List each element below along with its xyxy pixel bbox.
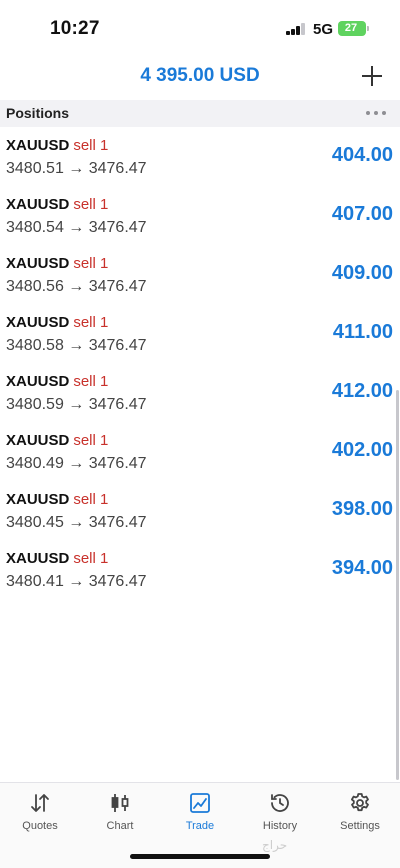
position-profit: 404.00	[331, 144, 393, 166]
position-profit: 407.00	[331, 203, 393, 225]
tab-chart[interactable]: Chart	[80, 791, 160, 841]
signal-icon	[286, 23, 306, 35]
tab-label: History	[262, 820, 298, 832]
position-row[interactable]: XAUUSD sell 1 3480.54 → 3476.47 407.00	[0, 186, 400, 245]
position-row[interactable]: XAUUSD sell 1 3480.49 → 3476.47 402.00	[0, 422, 400, 481]
settings-icon	[351, 793, 369, 812]
status-bar: 10:27 5G 27	[0, 0, 400, 52]
position-side: sell 1	[73, 550, 109, 567]
scroll-indicator[interactable]	[396, 390, 399, 780]
position-symbol: XAUUSD sell 1	[6, 196, 108, 213]
position-profit: 411.00	[332, 321, 393, 343]
position-symbol: XAUUSD sell 1	[6, 491, 108, 508]
position-side: sell 1	[73, 373, 109, 390]
symbol-label: XAUUSD	[6, 550, 70, 567]
position-profit: 412.00	[331, 380, 393, 402]
tab-label: Chart	[106, 820, 134, 832]
add-icon[interactable]	[360, 64, 384, 88]
positions-section-header: Positions	[0, 100, 400, 127]
tab-label: Trade	[185, 820, 215, 832]
position-prices: 3480.56 → 3476.47	[6, 278, 147, 295]
position-prices: 3480.49 → 3476.47	[6, 455, 147, 472]
position-symbol: XAUUSD sell 1	[6, 314, 108, 331]
watermark: حراج	[262, 838, 288, 852]
position-side: sell 1	[73, 491, 109, 508]
tab-settings[interactable]: Settings	[320, 791, 400, 841]
tab-trade[interactable]: Trade	[160, 791, 240, 841]
position-row[interactable]: XAUUSD sell 1 3480.58 → 3476.47 411.00	[0, 304, 400, 363]
position-profit: 409.00	[331, 262, 393, 284]
battery-level: 27	[344, 22, 358, 34]
symbol-label: XAUUSD	[6, 137, 70, 154]
tab-label: Quotes	[22, 820, 58, 832]
position-side: sell 1	[73, 196, 109, 213]
trade-icon	[190, 793, 210, 813]
network-label: 5G	[313, 21, 334, 38]
position-side: sell 1	[73, 314, 109, 331]
position-symbol: XAUUSD sell 1	[6, 137, 108, 154]
position-side: sell 1	[73, 255, 109, 272]
position-symbol: XAUUSD sell 1	[6, 373, 108, 390]
symbol-label: XAUUSD	[6, 432, 70, 449]
position-prices: 3480.51 → 3476.47	[6, 160, 147, 177]
position-symbol: XAUUSD sell 1	[6, 550, 108, 567]
position-side: sell 1	[73, 137, 109, 154]
section-title: Positions	[6, 105, 70, 121]
symbol-label: XAUUSD	[6, 491, 70, 508]
position-row[interactable]: XAUUSD sell 1 3480.41 → 3476.47 394.00	[0, 540, 400, 599]
position-row[interactable]: XAUUSD sell 1 3480.45 → 3476.47 398.00	[0, 481, 400, 540]
status-time: 10:27	[50, 18, 100, 39]
tab-label: Settings	[340, 820, 380, 832]
tab-history[interactable]: History	[240, 791, 320, 841]
position-profit: 398.00	[331, 498, 393, 520]
position-profit: 402.00	[331, 439, 393, 461]
history-icon	[271, 794, 289, 812]
position-row[interactable]: XAUUSD sell 1 3480.59 → 3476.47 412.00	[0, 363, 400, 422]
position-prices: 3480.58 → 3476.47	[6, 337, 147, 354]
symbol-label: XAUUSD	[6, 314, 70, 331]
position-prices: 3480.54 → 3476.47	[6, 219, 147, 236]
header: 4 395.00 USD	[0, 52, 400, 98]
symbol-label: XAUUSD	[6, 255, 70, 272]
position-profit: 394.00	[331, 557, 393, 579]
more-icon[interactable]	[366, 111, 386, 117]
battery-tip	[367, 26, 369, 31]
position-row[interactable]: XAUUSD sell 1 3480.51 → 3476.47 404.00	[0, 127, 400, 186]
positions-list: XAUUSD sell 1 3480.51 → 3476.47 404.00 XA…	[0, 127, 400, 599]
position-side: sell 1	[73, 432, 109, 449]
position-symbol: XAUUSD sell 1	[6, 432, 108, 449]
position-prices: 3480.59 → 3476.47	[6, 396, 147, 413]
account-balance: 4 395.00 USD	[140, 65, 260, 86]
battery-icon: 27	[338, 21, 366, 36]
tab-quotes[interactable]: Quotes	[0, 791, 80, 841]
position-prices: 3480.41 → 3476.47	[6, 573, 147, 590]
quotes-icon	[31, 794, 49, 812]
position-row[interactable]: XAUUSD sell 1 3480.56 → 3476.47 409.00	[0, 245, 400, 304]
chart-icon	[111, 794, 129, 812]
symbol-label: XAUUSD	[6, 196, 70, 213]
position-symbol: XAUUSD sell 1	[6, 255, 108, 272]
position-prices: 3480.45 → 3476.47	[6, 514, 147, 531]
home-indicator	[130, 854, 270, 859]
symbol-label: XAUUSD	[6, 373, 70, 390]
